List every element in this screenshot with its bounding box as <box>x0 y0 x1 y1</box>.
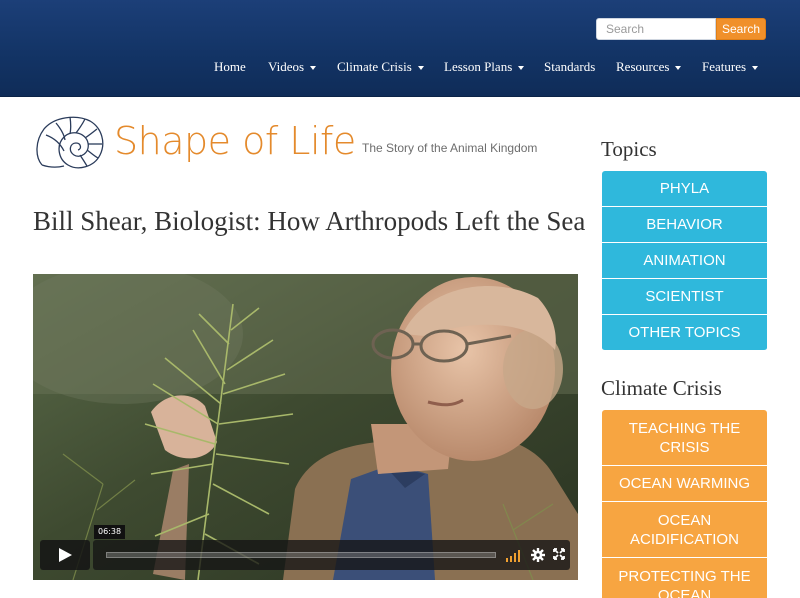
nav-standards[interactable]: Standards <box>544 57 595 77</box>
caret-down-icon <box>675 66 682 71</box>
search-button[interactable]: Search <box>716 18 766 40</box>
play-button[interactable] <box>40 540 90 570</box>
climate-teaching-the-crisis[interactable]: TEACHING THE CRISIS <box>602 410 767 466</box>
climate-crisis-heading: Climate Crisis <box>601 376 722 400</box>
caret-down-icon <box>752 66 759 71</box>
main-nav: Home Videos Climate Crisis Lesson Plans … <box>0 57 800 77</box>
climate-ocean-warming[interactable]: OCEAN WARMING <box>602 466 767 502</box>
video-controls: 06:38 <box>40 525 570 570</box>
caret-down-icon <box>518 66 525 71</box>
nav-videos[interactable]: Videos <box>268 57 317 77</box>
topic-animation[interactable]: ANIMATION <box>602 243 767 279</box>
site-header: Search Home Videos Climate Crisis Lesson… <box>0 0 800 97</box>
nav-lesson-plans[interactable]: Lesson Plans <box>444 57 525 77</box>
settings-gear-icon[interactable] <box>531 548 545 562</box>
progress-bar[interactable] <box>106 552 496 558</box>
nautilus-logo-icon <box>36 116 104 169</box>
site-logo[interactable]: Shape of Life The Story of the Animal Ki… <box>34 113 538 171</box>
nav-features-label: Features <box>702 59 747 74</box>
video-player[interactable]: 06:38 <box>33 274 578 580</box>
caret-down-icon <box>310 66 317 71</box>
nav-home-label: Home <box>214 59 246 74</box>
nav-lesson-plans-label: Lesson Plans <box>444 59 513 74</box>
nav-climate-crisis[interactable]: Climate Crisis <box>337 57 424 77</box>
topics-list: PHYLA BEHAVIOR ANIMATION SCIENTIST OTHER… <box>602 171 767 351</box>
nav-resources-label: Resources <box>616 59 670 74</box>
search-input[interactable] <box>596 18 716 40</box>
nav-features[interactable]: Features <box>702 57 759 77</box>
page-title: Bill Shear, Biologist: How Arthropods Le… <box>33 206 586 236</box>
logo-title: Shape of Life <box>114 119 356 163</box>
nav-resources[interactable]: Resources <box>616 57 682 77</box>
topic-behavior[interactable]: BEHAVIOR <box>602 207 767 243</box>
nav-standards-label: Standards <box>544 59 596 74</box>
nav-climate-crisis-label: Climate Crisis <box>337 59 412 74</box>
climate-protecting-the-ocean[interactable]: PROTECTING THE OCEAN <box>602 558 767 598</box>
topic-other-topics[interactable]: OTHER TOPICS <box>602 315 767 351</box>
caret-down-icon <box>417 66 424 71</box>
logo-tagline: The Story of the Animal Kingdom <box>362 141 538 155</box>
volume-icon[interactable] <box>506 548 523 562</box>
climate-crisis-list: TEACHING THE CRISIS OCEAN WARMING OCEAN … <box>602 410 767 598</box>
topic-scientist[interactable]: SCIENTIST <box>602 279 767 315</box>
climate-ocean-acidification[interactable]: OCEAN ACIDIFICATION <box>602 502 767 558</box>
topic-phyla[interactable]: PHYLA <box>602 171 767 207</box>
topics-heading: Topics <box>601 137 657 161</box>
nav-videos-label: Videos <box>268 59 305 74</box>
fullscreen-icon[interactable] <box>553 548 565 560</box>
play-icon <box>59 548 72 562</box>
time-display: 06:38 <box>94 525 126 539</box>
nav-home[interactable]: Home <box>214 57 246 77</box>
